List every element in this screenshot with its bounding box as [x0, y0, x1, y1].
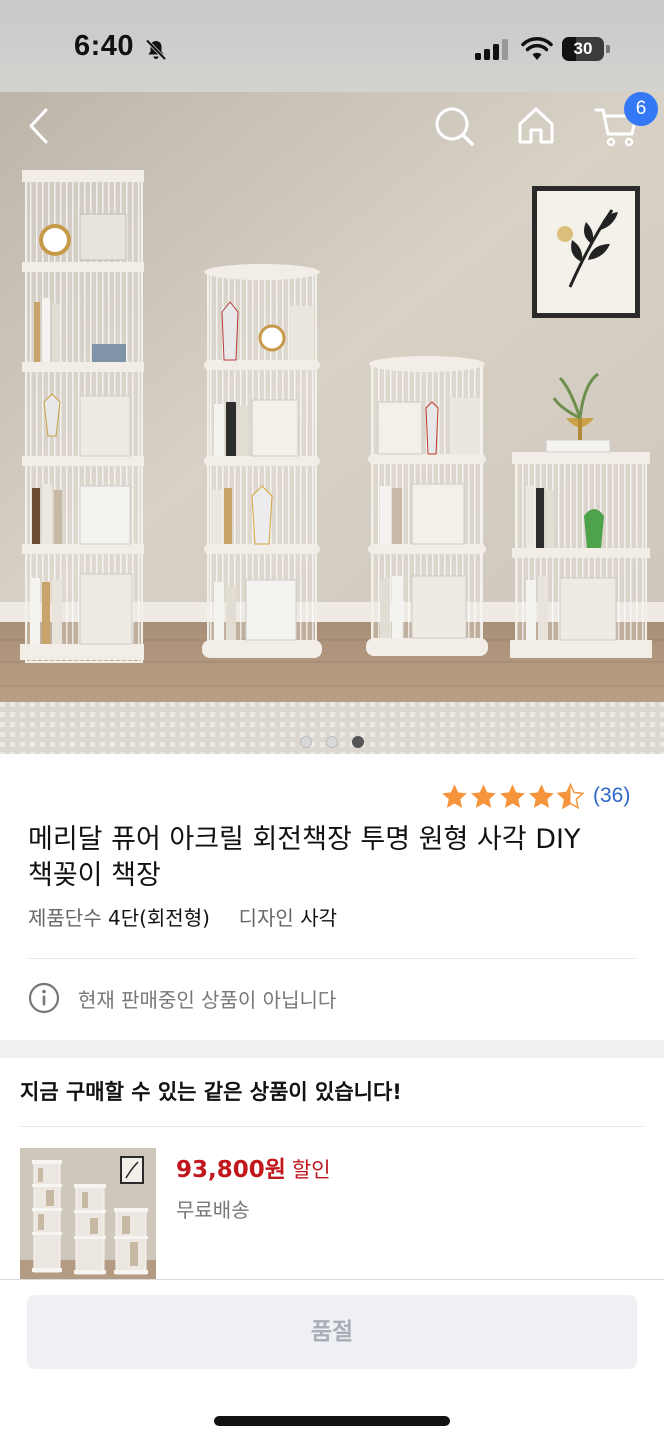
battery-percent: 30 [573, 39, 593, 58]
review-count[interactable]: (36) [593, 784, 630, 808]
sale-status-notice: 현재 판매중인 상품이 아닙니다 [28, 982, 336, 1014]
home-indicator[interactable] [214, 1416, 450, 1426]
option-value: 사각 [300, 906, 337, 930]
product-photo [0, 92, 664, 754]
star-full-icon [471, 783, 496, 808]
alternative-heading: 지금 구매할 수 있는 같은 상품이 있습니다! [20, 1080, 402, 1104]
product-image-carousel[interactable] [0, 92, 664, 754]
discount-label: 할인 [291, 1158, 331, 1182]
thumbnail-image [20, 1148, 156, 1282]
battery-icon: 30 [562, 37, 610, 61]
bell-slash-icon [145, 39, 167, 61]
carousel-indicator [0, 733, 664, 749]
star-half-icon [556, 782, 585, 809]
alternative-product-thumbnail[interactable] [20, 1148, 156, 1282]
notice-text: 현재 판매중인 상품이 아닙니다 [78, 987, 337, 1012]
signal-icon [475, 39, 508, 60]
back-icon[interactable] [14, 100, 66, 152]
home-icon[interactable] [510, 100, 562, 152]
star-full-icon [442, 783, 467, 808]
status-time: 6:40 [74, 30, 135, 62]
divider [20, 1126, 644, 1127]
alternative-price[interactable]: 93,800원 할인 [176, 1150, 331, 1184]
option-key: 디자인 [238, 906, 294, 930]
product-options: 제품단수 4단(회전형) 디자인 사각 [28, 902, 337, 931]
info-icon [28, 982, 60, 1014]
carousel-dot[interactable] [300, 736, 312, 748]
carousel-dot-active[interactable] [352, 736, 364, 748]
option-value: 4단(회전형) [107, 906, 210, 930]
section-separator [0, 1040, 664, 1058]
carousel-dot[interactable] [326, 736, 338, 748]
star-full-icon [529, 783, 554, 808]
star-full-icon [500, 783, 525, 808]
cart-count-badge: 6 [624, 92, 658, 126]
status-bar: 6:40 30 [0, 0, 664, 92]
divider [28, 958, 636, 959]
option-key: 제품단수 [28, 906, 102, 930]
product-title: 메리달 퓨어 아크릴 회전책장 투명 원형 사각 DIY 책꽂이 책장 [28, 824, 581, 891]
wifi-icon [521, 37, 553, 60]
product-rating[interactable]: (36) [440, 780, 630, 812]
shipping-info: 무료배송 [176, 1198, 250, 1222]
sold-out-button[interactable]: 품절 [27, 1295, 637, 1369]
search-icon[interactable] [428, 100, 480, 152]
price-value: 93,800원 [176, 1157, 286, 1183]
